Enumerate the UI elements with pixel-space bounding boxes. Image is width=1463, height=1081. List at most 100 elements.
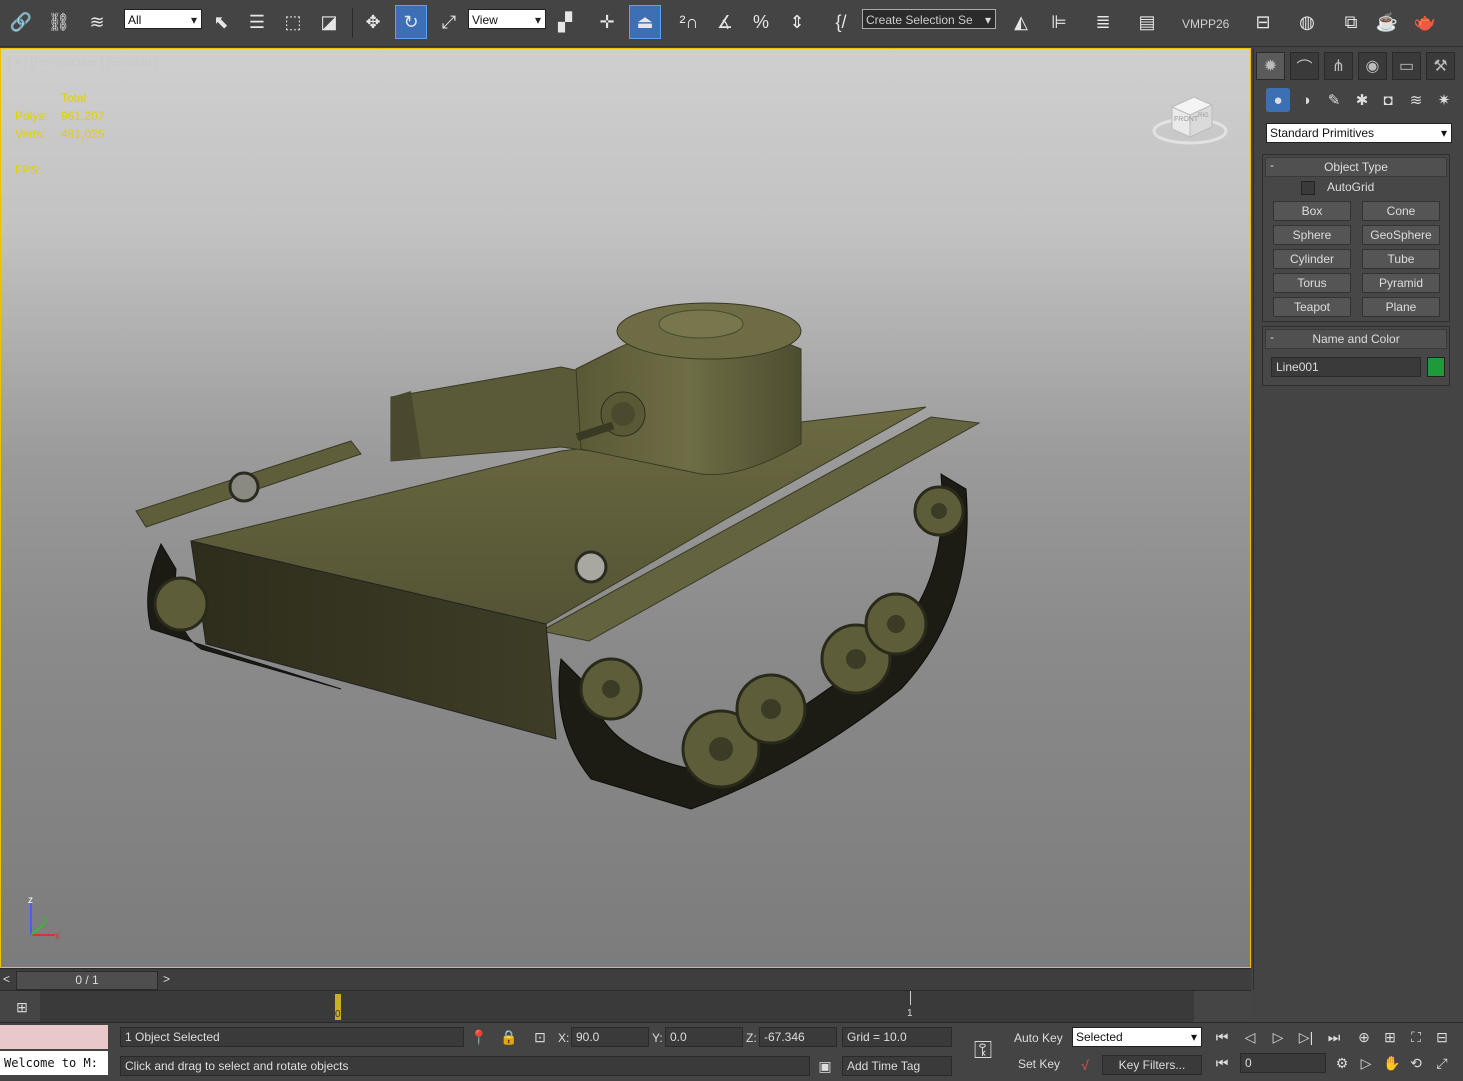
add-time-tag-button[interactable]: Add Time Tag <box>842 1056 952 1076</box>
keyboard-shortcut-override-icon[interactable]: ⏏ <box>629 5 661 39</box>
go-to-end-icon[interactable]: ⏭ <box>1324 1027 1344 1047</box>
spinner-snap-icon[interactable]: ⇕ <box>782 6 812 38</box>
set-key-button[interactable]: Set Key <box>1018 1057 1060 1071</box>
time-tag-icon[interactable]: ▣ <box>816 1056 834 1076</box>
select-by-name-icon[interactable]: ☰ <box>242 6 272 38</box>
isolate-selection-icon[interactable]: 📍 <box>470 1027 488 1047</box>
time-next-button[interactable]: > <box>163 972 170 986</box>
time-slider[interactable]: < 0 / 1 > <box>0 968 1251 991</box>
zoom-icon[interactable]: ⊕ <box>1354 1027 1374 1047</box>
named-selection-dropdown[interactable]: Create Selection Se <box>862 9 996 30</box>
geosphere-button[interactable]: GeoSphere <box>1362 225 1440 245</box>
create-tab-icon[interactable]: ✹ <box>1256 52 1285 80</box>
zoom-extents-icon[interactable]: ⛶ <box>1406 1027 1426 1047</box>
layer-manager-icon[interactable]: ≣ <box>1088 6 1118 38</box>
motion-tab-icon[interactable]: ◉ <box>1358 52 1387 80</box>
current-frame-field[interactable]: 0 <box>1240 1053 1326 1073</box>
x-coordinate-field[interactable]: 90.0 <box>571 1027 649 1047</box>
cone-button[interactable]: Cone <box>1362 201 1440 221</box>
align-icon[interactable]: ⊫ <box>1044 6 1074 38</box>
maximize-viewport-icon[interactable]: ⤢ <box>1432 1053 1452 1073</box>
zoom-extents-all-icon[interactable]: ⊟ <box>1432 1027 1452 1047</box>
go-to-start-icon[interactable]: ⏮ <box>1212 1027 1232 1047</box>
utilities-tab-icon[interactable]: ⚒ <box>1426 52 1455 80</box>
time-slider-thumb[interactable]: 0 / 1 <box>16 971 158 990</box>
rect-selection-icon[interactable]: ⬚ <box>278 6 308 38</box>
autogrid-checkbox[interactable] <box>1301 181 1315 195</box>
spacewarps-icon[interactable]: ≋ <box>1404 88 1428 112</box>
unlink-icon[interactable]: ⛓ <box>44 6 74 38</box>
lights-icon[interactable]: ✎ <box>1322 88 1346 112</box>
material-editor-icon[interactable]: ◍ <box>1292 6 1322 38</box>
curve-editor-icon[interactable]: ⊟ <box>1248 6 1278 38</box>
modify-tab-icon[interactable]: ⌒ <box>1290 52 1319 80</box>
absolute-mode-icon[interactable]: ⊡ <box>530 1027 550 1047</box>
previous-frame-icon[interactable]: ◁ <box>1240 1027 1260 1047</box>
rendered-frame-icon[interactable]: ☕ <box>1372 6 1402 38</box>
object-name-field[interactable]: Line001 <box>1271 357 1421 377</box>
perspective-viewport[interactable]: [ + ] [Perspective ] [Shaded ] Total Pol… <box>0 48 1251 968</box>
graphite-ribbon-icon[interactable]: ▤ <box>1132 6 1162 38</box>
teapot-button[interactable]: Teapot <box>1273 297 1351 317</box>
key-filters-button[interactable]: Key Filters... <box>1102 1055 1202 1075</box>
next-frame-icon[interactable]: ▷| <box>1296 1027 1316 1047</box>
manipulate-icon[interactable]: ✛ <box>592 6 622 38</box>
orbit-icon[interactable]: ⟲ <box>1406 1053 1426 1073</box>
plane-button[interactable]: Plane <box>1362 297 1440 317</box>
time-config-icon[interactable]: ⚙ <box>1332 1053 1352 1073</box>
helpers-icon[interactable]: ◘ <box>1376 88 1400 112</box>
render-setup-icon[interactable]: ⧉ <box>1336 6 1366 38</box>
pivot-center-icon[interactable]: ▞ <box>550 6 580 38</box>
torus-button[interactable]: Torus <box>1273 273 1351 293</box>
box-button[interactable]: Box <box>1273 201 1351 221</box>
zoom-all-icon[interactable]: ⊞ <box>1380 1027 1400 1047</box>
curve-editor-mini-icon[interactable]: ⊞ <box>10 995 34 1019</box>
key-mode-dropdown[interactable]: Selected ▾ <box>1072 1027 1202 1047</box>
key-curve-icon[interactable]: √ <box>1074 1055 1096 1075</box>
trackbar[interactable]: ⊞ 0 1 <box>0 990 1251 1023</box>
scale-icon[interactable]: ⤢ <box>434 6 464 38</box>
cameras-icon[interactable]: ✱ <box>1350 88 1374 112</box>
tank-3d-model[interactable] <box>1 49 1250 967</box>
shapes-icon[interactable]: ◑ <box>1294 88 1318 112</box>
edit-named-selection-icon[interactable]: {/ <box>826 6 856 38</box>
set-key-icon[interactable]: ⚿ <box>960 1033 1006 1069</box>
lock-icon[interactable]: 🔒 <box>500 1027 518 1047</box>
reference-coord-dropdown[interactable]: View <box>468 9 546 30</box>
play-icon[interactable]: ▷ <box>1268 1027 1288 1047</box>
pyramid-button[interactable]: Pyramid <box>1362 273 1440 293</box>
object-color-swatch[interactable] <box>1427 357 1445 377</box>
angle-snap-icon[interactable]: ∡ <box>710 6 740 38</box>
sphere-button[interactable]: Sphere <box>1273 225 1351 245</box>
geometry-icon[interactable]: ● <box>1266 88 1290 112</box>
auto-key-button[interactable]: Auto Key <box>1014 1031 1063 1045</box>
time-prev-button[interactable]: < <box>3 972 10 986</box>
snaps-toggle-icon[interactable]: ²∩ <box>674 6 704 38</box>
rotate-icon[interactable]: ↻ <box>395 5 427 39</box>
name-color-header[interactable]: - Name and Color <box>1265 329 1447 349</box>
maxscript-listener[interactable]: Welcome to M: <box>0 1051 108 1075</box>
selection-filter-dropdown[interactable]: All <box>124 9 202 30</box>
tube-button[interactable]: Tube <box>1362 249 1440 269</box>
window-crossing-icon[interactable]: ◪ <box>314 6 344 38</box>
hierarchy-tab-icon[interactable]: ⋔ <box>1324 52 1353 80</box>
mirror-icon[interactable]: ◭ <box>1006 6 1036 38</box>
link-icon[interactable]: 🔗 <box>6 6 36 38</box>
z-coordinate-field[interactable]: -67.346 <box>759 1027 837 1047</box>
key-mode-toggle-icon[interactable]: ⏮ <box>1212 1053 1232 1073</box>
category-dropdown[interactable]: Standard Primitives ▾ <box>1266 123 1452 143</box>
field-of-view-icon[interactable]: ▷ <box>1356 1053 1376 1073</box>
move-icon[interactable]: ✥ <box>358 6 388 38</box>
pan-icon[interactable]: ✋ <box>1382 1053 1402 1073</box>
display-tab-icon[interactable]: ▭ <box>1392 52 1421 80</box>
bind-spacewarp-icon[interactable]: ≋ <box>82 6 112 38</box>
systems-icon[interactable]: ✷ <box>1432 88 1456 112</box>
trackbar-track[interactable] <box>40 991 1194 1023</box>
render-production-icon[interactable]: 🫖 <box>1410 6 1440 38</box>
select-object-icon[interactable]: ⬉ <box>206 6 236 38</box>
maxscript-listener-top[interactable] <box>0 1025 108 1049</box>
y-coordinate-field[interactable]: 0.0 <box>665 1027 743 1047</box>
percent-snap-icon[interactable]: % <box>746 6 776 38</box>
object-type-header[interactable]: - Object Type <box>1265 157 1447 177</box>
cylinder-button[interactable]: Cylinder <box>1273 249 1351 269</box>
